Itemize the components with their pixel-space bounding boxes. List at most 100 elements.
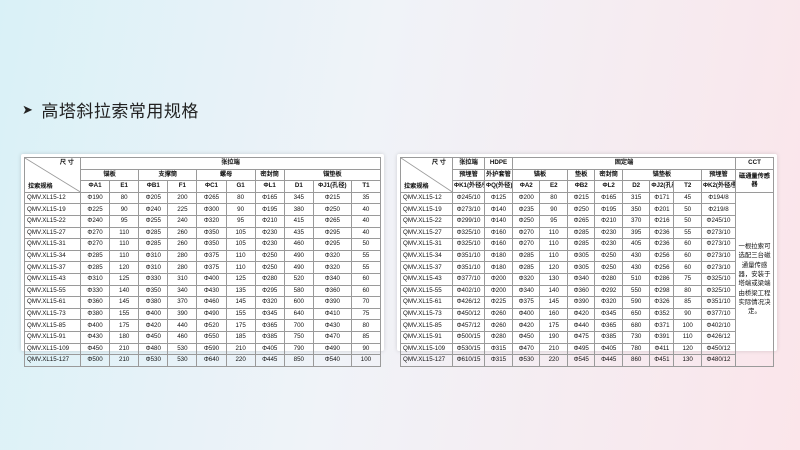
value-cell: Φ245/10 [700,214,737,228]
value-cell: Φ298 [649,284,675,298]
value-cell: Φ457/12 [452,319,485,332]
sub-header: 密封筒 [254,168,285,182]
value-cell: 680 [621,319,651,332]
value-cell: Φ250 [566,203,596,216]
sub-header-outer-sleeve: 外护套管 [484,168,513,182]
value-cell: 435 [283,226,314,240]
value-cell: Φ390 [566,296,596,309]
value-cell: Φ273/10 [700,249,737,263]
table-row: QMV.XL15-85 Φ457/12 Φ260 Φ420 175 Φ440 Φ365 680… [400,319,774,332]
column-header: ΦB2 [566,180,596,193]
column-header: ΦA2 [511,180,541,193]
model-cell: QMV.XL15-12 [24,191,81,205]
value-cell: 70 [350,296,382,309]
table-row: QMV.XL15-109 Φ530/15 Φ315 Φ470 210 Φ495 Φ405 78… [400,342,774,356]
column-header: D1 [283,180,314,193]
value-cell: 225 [167,203,198,216]
value-cell: Φ200 [511,191,541,205]
value-cell: Φ610/15 [452,354,485,367]
model-cell: QMV.XL15-12 [400,191,453,205]
column-header: T2 [673,180,702,193]
table-row: QMV.XL15-19 Φ225 90 Φ240 225 Φ300 90 Φ195 380 Φ25… [24,203,382,216]
value-cell: Φ230 [594,226,623,240]
value-cell: 140 [109,284,140,298]
value-cell: Φ330 [138,272,169,286]
value-cell: Φ310 [138,261,169,274]
value-cell: Φ426/12 [700,330,737,344]
value-cell: 460 [167,330,198,344]
value-cell: Φ236 [649,238,675,251]
value-cell: 260 [167,238,198,251]
value-cell: 80 [225,191,256,205]
value-cell: Φ430 [312,319,352,332]
value-cell: 210 [109,342,140,356]
column-header: ΦQ(外径) [484,180,513,193]
model-cell: QMV.XL15-55 [24,284,81,298]
model-cell: QMV.XL15-109 [24,342,81,356]
table-row: QMV.XL15-91 Φ500/15 Φ280 Φ450 190 Φ475 Φ385 730… [400,330,774,344]
value-cell: Φ230 [254,238,285,251]
value-cell: Φ265 [312,214,352,228]
value-cell: 120 [673,342,702,356]
value-cell: Φ273/10 [700,261,737,274]
value-cell: 110 [225,249,256,263]
value-cell: Φ402/10 [452,284,485,298]
value-cell: Φ256 [649,249,675,263]
value-cell: 55 [673,226,702,240]
value-cell: Φ540 [312,354,352,367]
value-cell: 40 [350,203,382,216]
value-cell: Φ450/12 [700,342,737,356]
value-cell: Φ270 [511,226,541,240]
value-cell: 390 [167,307,198,321]
sub-header: 锚板 [79,168,140,182]
value-cell: Φ299/10 [452,214,485,228]
model-cell: QMV.XL15-22 [24,214,81,228]
value-cell: Φ340 [312,272,352,286]
table-corner-cell: 尺 寸 拉索规格 [400,157,453,193]
value-cell: 155 [109,307,140,321]
value-cell: Φ400 [79,319,111,332]
value-cell: 210 [109,354,140,367]
value-cell: Φ365 [254,319,285,332]
model-cell: QMV.XL15-127 [24,354,81,367]
value-cell: Φ215 [312,191,352,205]
value-cell: 40 [350,214,382,228]
value-cell: Φ305 [566,249,596,263]
table-row: QMV.XL15-34 Φ351/10 Φ180 Φ285 110 Φ305 Φ250 430… [400,249,774,263]
value-cell: 340 [167,284,198,298]
value-cell: Φ285 [138,226,169,240]
value-cell: 100 [673,319,702,332]
value-cell: 90 [539,203,568,216]
value-cell: Φ285 [566,238,596,251]
value-cell: 110 [539,226,568,240]
value-cell: 50 [350,238,382,251]
value-cell: 730 [621,330,651,344]
value-cell: Φ391 [649,330,675,344]
model-cell: QMV.XL15-127 [400,354,453,367]
table-row: QMV.XL15-127 Φ500 210 Φ530 530 Φ640 220 Φ445 850… [24,354,382,367]
value-cell: 310 [167,272,198,286]
value-cell: Φ445 [594,354,623,367]
value-cell: Φ225 [484,296,513,309]
sub-header: 锚垫板 [283,168,382,182]
sub-header-anchor-pad: 锚垫板 [621,168,702,182]
size-label: 尺 寸 [431,159,446,166]
value-cell: Φ280 [484,330,513,344]
model-cell: QMV.XL15-37 [24,261,81,274]
value-cell: Φ500 [79,354,111,367]
value-cell: 220 [225,354,256,367]
value-cell: Φ325/10 [452,226,485,240]
column-header: E2 [539,180,568,193]
value-cell: Φ550 [196,330,227,344]
model-cell: QMV.XL15-19 [24,203,81,216]
sub-header-pad: 垫板 [566,168,596,182]
sub-header-embed-pipe-2: 预埋管 [700,168,737,182]
value-cell: Φ350 [196,226,227,240]
column-header: ΦB1 [138,180,169,193]
value-cell: 650 [621,307,651,321]
value-cell: Φ330 [79,284,111,298]
value-cell: Φ256 [649,261,675,274]
value-cell: Φ490 [312,342,352,356]
value-cell: Φ250 [312,203,352,216]
value-cell: 100 [350,354,382,367]
